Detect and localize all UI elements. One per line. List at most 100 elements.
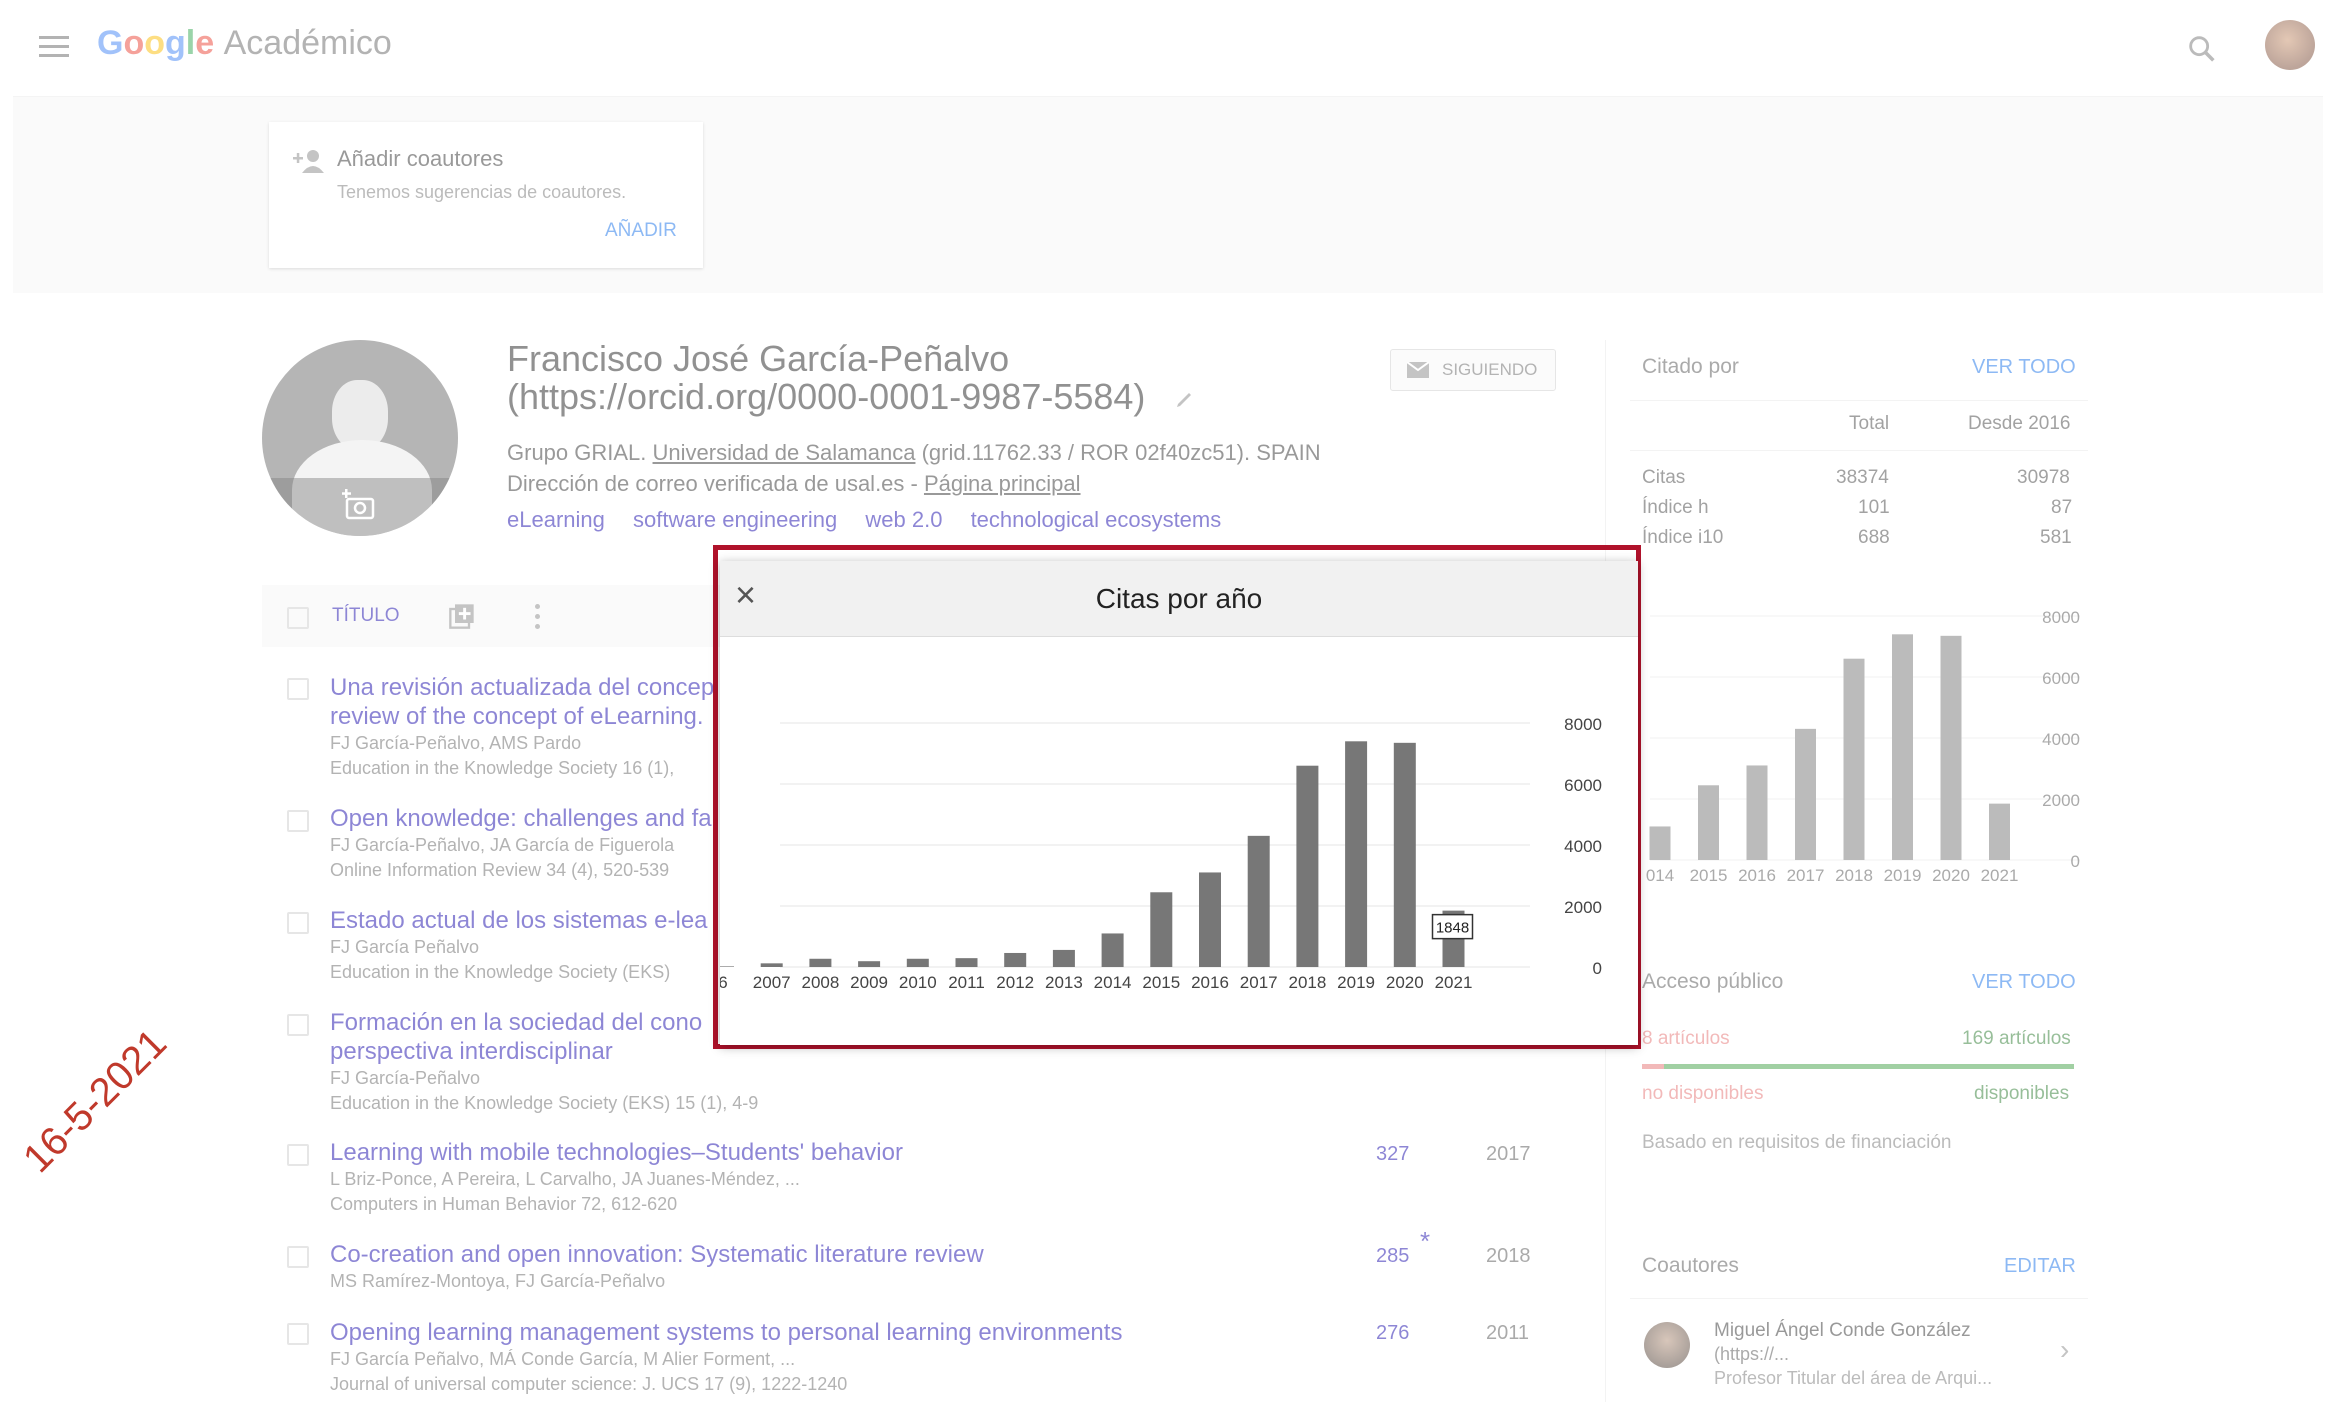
bar-2006[interactable]: [720, 966, 734, 967]
account-avatar[interactable]: [2265, 20, 2315, 70]
bar-2016[interactable]: [1746, 765, 1768, 860]
col-total-header: Total: [1849, 413, 1890, 434]
x-tick-label: 2021: [1435, 973, 1473, 992]
metric-label[interactable]: Índice i10: [1642, 527, 1723, 549]
row-checkbox[interactable]: [287, 678, 309, 700]
metric-since: 87: [2051, 497, 2073, 518]
bar-2015[interactable]: [1698, 785, 1719, 860]
profile-name-line1: Francisco José García-Peñalvo: [507, 338, 1010, 379]
bar-2012[interactable]: [1004, 952, 1027, 967]
menu-icon[interactable]: [39, 36, 69, 58]
profile-photo[interactable]: [262, 340, 458, 536]
article-title[interactable]: Una revisión actualizada del concep: [330, 673, 714, 702]
article-authors: FJ García Peñalvo, MÁ Conde García, M Al…: [330, 1349, 796, 1369]
add-coauthors-button[interactable]: AÑADIR: [605, 220, 677, 242]
bar-2014[interactable]: [1649, 826, 1671, 860]
article-title-cont[interactable]: review of the concept of eLearning.: [330, 702, 714, 731]
row-checkbox[interactable]: [287, 1323, 309, 1345]
article-title[interactable]: Estado actual de los sistemas e-lea: [330, 906, 708, 935]
cited-by-divider: [1630, 450, 2088, 451]
bar-2017[interactable]: [1247, 835, 1270, 967]
article-authors: FJ García-Peñalvo, JA García de Figuerol…: [330, 835, 675, 855]
row-checkbox[interactable]: [287, 1246, 309, 1268]
article-venue: Education in the Knowledge Society (EKS)…: [330, 1093, 759, 1113]
follow-button[interactable]: SIGUIENDO: [1390, 349, 1556, 391]
add-photo-icon[interactable]: [342, 488, 378, 522]
bar-2008[interactable]: [809, 958, 832, 967]
bar-2021[interactable]: [1989, 803, 2010, 860]
interest-link[interactable]: technological ecosystems: [971, 507, 1222, 532]
citation-count[interactable]: 327: [1376, 1143, 1409, 1166]
bar-2018[interactable]: [1296, 765, 1319, 967]
bar-2017[interactable]: [1795, 728, 1816, 860]
article-title[interactable]: Learning with mobile technologies–Studen…: [330, 1138, 903, 1167]
bar-2007[interactable]: [760, 963, 783, 967]
add-coauthors-title: Añadir coautores: [337, 146, 504, 171]
more-options-icon[interactable]: [535, 604, 541, 630]
citations-per-year-chart[interactable]: 8000 6000 4000 2000 0 6 2007 2008 2009 2010 2011 20…: [720, 637, 1638, 1045]
bar-2015[interactable]: [1150, 892, 1173, 967]
bar-2020[interactable]: [1393, 742, 1416, 967]
table-row: Opening learning management systems to p…: [330, 1318, 1122, 1397]
x-tick-label: 2021: [1981, 866, 2019, 885]
coauthors-title: Coautores: [1642, 1254, 1739, 1277]
follow-label: SIGUIENDO: [1442, 360, 1538, 379]
unavailable-count[interactable]: 8 artículos: [1642, 1028, 1730, 1050]
google-scholar-logo[interactable]: Google Académico: [97, 24, 392, 63]
y-tick-label: 4000: [1564, 837, 1602, 856]
citations-per-year-dialog: × Citas por año 8000 6000 4000 2000 0 6 2007 20…: [720, 561, 1638, 1045]
bar-2016[interactable]: [1199, 872, 1221, 967]
row-checkbox[interactable]: [287, 912, 309, 934]
homepage-link[interactable]: Página principal: [924, 471, 1081, 496]
select-all-checkbox[interactable]: [287, 607, 309, 629]
x-tick-label: 014: [1646, 866, 1674, 885]
bar-2014[interactable]: [1101, 933, 1124, 967]
metric-total: 101: [1858, 497, 1890, 518]
citation-count[interactable]: 285: [1376, 1245, 1409, 1268]
article-title[interactable]: Formación en la sociedad del cono: [330, 1008, 758, 1037]
article-title[interactable]: Open knowledge: challenges and fa: [330, 804, 712, 833]
unavailable-label: no disponibles: [1642, 1083, 1764, 1104]
citations-mini-chart[interactable]: 8000 6000 4000 2000 0 014 2015 2016 2017 2018 2019…: [1640, 600, 2100, 890]
row-checkbox[interactable]: [287, 1144, 309, 1166]
bar-2019[interactable]: [1892, 634, 1913, 860]
article-venue: Education in the Knowledge Society 16 (1…: [330, 758, 675, 778]
coauthor-item[interactable]: Miguel Ángel Conde González (https://...…: [1642, 1320, 2082, 1395]
bar-2009[interactable]: [858, 961, 881, 967]
x-tick-label: 2015: [1142, 973, 1180, 992]
bar-2013[interactable]: [1052, 949, 1075, 967]
dialog-header: × Citas por año: [720, 561, 1638, 637]
citation-count[interactable]: 276: [1376, 1322, 1409, 1345]
article-title[interactable]: Co-creation and open innovation: Systema…: [330, 1240, 984, 1269]
public-access-view-all[interactable]: VER TODO: [1972, 971, 2076, 994]
y-tick-label: 2000: [1564, 898, 1602, 917]
article-authors: MS Ramírez-Montoya, FJ García-Peñalvo: [330, 1271, 666, 1291]
add-to-library-icon[interactable]: [448, 602, 476, 630]
available-count[interactable]: 169 artículos: [1962, 1028, 2071, 1050]
row-checkbox[interactable]: [287, 810, 309, 832]
table-row: Learning with mobile technologies–Studen…: [330, 1138, 903, 1217]
university-link[interactable]: Universidad de Salamanca: [653, 440, 916, 465]
coauthor-detail: (https://...: [1714, 1344, 1790, 1364]
coauthors-edit[interactable]: EDITAR: [2004, 1255, 2076, 1278]
cited-by-view-all[interactable]: VER TODO: [1972, 356, 2076, 379]
article-title[interactable]: Opening learning management systems to p…: [330, 1318, 1122, 1347]
interest-link[interactable]: web 2.0: [865, 507, 942, 532]
article-title-cont[interactable]: perspectiva interdisciplinar: [330, 1037, 758, 1066]
bar-2018[interactable]: [1843, 658, 1865, 860]
bar-2019[interactable]: [1345, 741, 1368, 967]
bar-2010[interactable]: [906, 958, 929, 967]
search-icon[interactable]: [2185, 32, 2219, 66]
x-tick-label: 2020: [1386, 973, 1424, 992]
metric-label[interactable]: Citas: [1642, 467, 1685, 489]
y-tick-label: 8000: [1564, 715, 1602, 734]
title-sort-header[interactable]: TÍTULO: [332, 605, 400, 627]
bar-2020[interactable]: [1940, 635, 1962, 860]
profile-name: Francisco José García-Peñalvo (https://o…: [507, 340, 1197, 416]
row-checkbox[interactable]: [287, 1014, 309, 1036]
interest-link[interactable]: software engineering: [633, 507, 837, 532]
metric-label[interactable]: Índice h: [1642, 497, 1709, 519]
interest-link[interactable]: eLearning: [507, 507, 605, 532]
bar-2011[interactable]: [955, 958, 978, 967]
edit-pencil-icon[interactable]: [1173, 387, 1197, 411]
